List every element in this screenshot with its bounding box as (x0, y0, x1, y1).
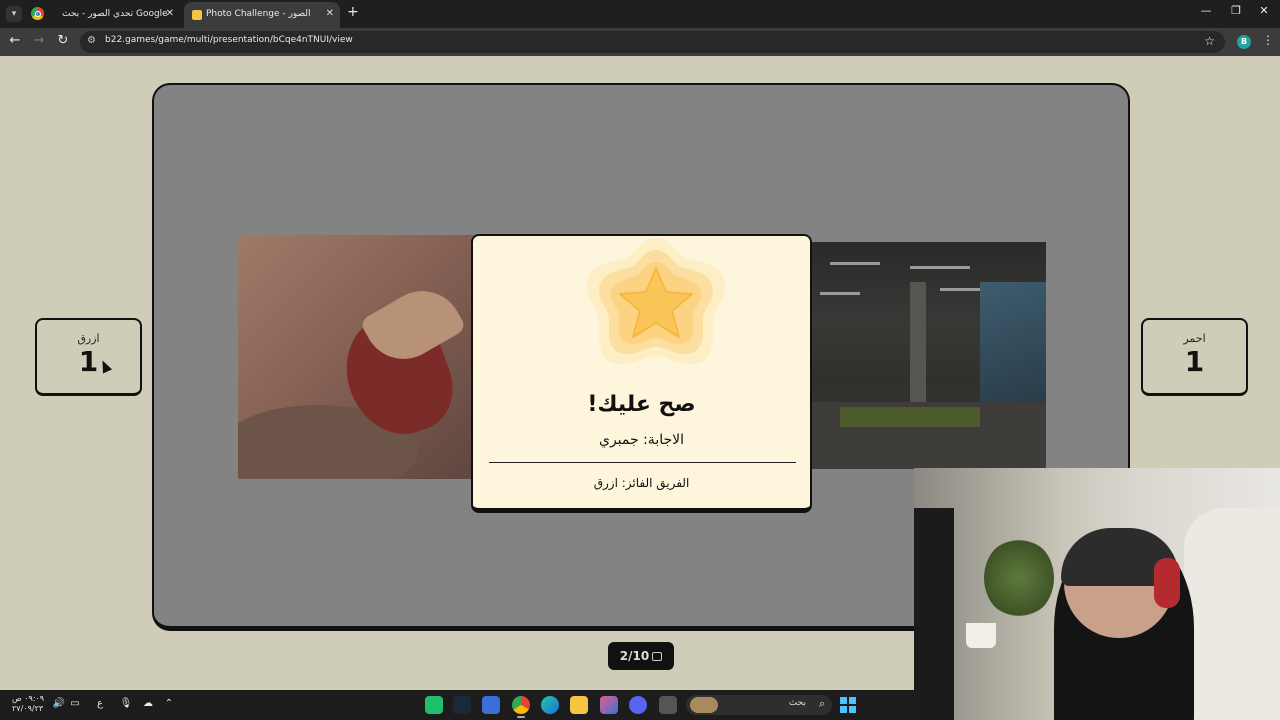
network-icon[interactable]: ▭ (68, 698, 82, 709)
taskbar-search[interactable]: بحث ⌕ (686, 695, 832, 715)
tab-close-icon[interactable]: ✕ (326, 2, 334, 26)
browser-toolbar: ← → ↻ ⚙ b22.games/game/multi/presentatio… (0, 28, 1280, 56)
tab-photo-challenge[interactable]: Photo Challenge - تحدي الصور ✕ (184, 2, 340, 28)
app-window-icon[interactable] (659, 696, 677, 714)
answer-text: الاجابة: جمبري (598, 432, 685, 448)
browser-menu-icon[interactable]: ⋮ (1262, 33, 1274, 47)
search-icon: ⌕ (818, 697, 825, 710)
tab-close-icon[interactable]: ✕ (166, 2, 174, 26)
discord-icon[interactable] (629, 696, 647, 714)
windows-taskbar: ٠٩:٠٩ ص ٢٧/٠٩/٢٣ 🔊 ▭ ع 🎙 ☁ ⌃ بحث ⌕ (0, 690, 914, 720)
clock-time: ٠٩:٠٩ ص (12, 694, 45, 703)
back-icon[interactable]: ← (6, 33, 24, 48)
winning-team-text: الفريق الفائز: ازرق (593, 476, 690, 490)
start-menu-icon[interactable] (840, 697, 856, 713)
chrome-icon[interactable] (512, 696, 530, 718)
counter-text: 2/10 (619, 649, 650, 663)
reload-icon[interactable]: ↻ (54, 33, 72, 48)
team-name: ازرق (77, 332, 100, 345)
edge-icon[interactable] (541, 696, 559, 714)
tab-search-button[interactable]: ▾ (6, 6, 22, 22)
card-divider (489, 462, 796, 463)
close-window-icon[interactable]: ✕ (1254, 4, 1274, 17)
restore-icon[interactable]: ❐ (1226, 4, 1246, 17)
file-explorer-icon[interactable] (570, 696, 588, 714)
star-badge-icon (587, 238, 725, 364)
team-score-blue: ازرق 1 (35, 318, 142, 396)
input-language[interactable]: ع (93, 698, 107, 709)
image-icon (652, 652, 663, 661)
tab-google-search[interactable]: تحدي الصور - بحث Google ✕ (52, 2, 180, 28)
minimize-icon[interactable]: — (1196, 4, 1216, 17)
result-card: صح عليك! الاجابة: جمبري الفريق الفائز: ا… (471, 234, 812, 513)
app-green-icon[interactable] (425, 696, 443, 714)
webcam-overlay (914, 468, 1280, 720)
cloud-icon[interactable]: ☁ (141, 698, 155, 709)
clock-date: ٢٧/٠٩/٢٣ (12, 704, 44, 713)
team-score: 1 (1184, 345, 1205, 378)
site-favicon-icon (192, 10, 202, 20)
search-label: بحث (788, 698, 806, 708)
app-suite-icon[interactable] (600, 696, 618, 714)
tray-overflow-icon[interactable]: ⌃ (162, 698, 176, 709)
result-title: صح عليك! (587, 392, 696, 417)
team-score: 1 (78, 345, 99, 378)
profile-avatar[interactable]: B (1237, 35, 1251, 49)
address-bar[interactable]: ⚙ b22.games/game/multi/presentation/bCqe… (80, 31, 1225, 53)
steam-icon[interactable] (453, 696, 471, 714)
bookmark-star-icon[interactable]: ☆ (1204, 34, 1215, 48)
url-text[interactable]: b22.games/game/multi/presentation/bCqe4n… (105, 35, 353, 45)
microsoft-store-icon[interactable] (482, 696, 500, 714)
search-highlight-icon (690, 697, 718, 713)
question-photo-right (810, 242, 1046, 469)
browser-tab-bar: ▾ تحدي الصور - بحث Google ✕ Photo Challe… (0, 0, 1280, 28)
new-tab-button[interactable]: + (347, 4, 359, 20)
team-score-red: احمر 1 (1141, 318, 1248, 396)
question-photo-left (238, 235, 478, 479)
tab-title: Photo Challenge - تحدي الصور (206, 9, 311, 19)
google-favicon-icon (31, 7, 44, 20)
team-name: احمر (1183, 332, 1206, 345)
clock[interactable]: ٠٩:٠٩ ص ٢٧/٠٩/٢٣ (12, 694, 44, 714)
site-info-icon[interactable]: ⚙ (87, 35, 96, 46)
question-counter: 2/10 (608, 642, 674, 670)
microphone-icon[interactable]: 🎙 (119, 698, 133, 709)
forward-icon[interactable]: → (30, 33, 48, 48)
volume-icon[interactable]: 🔊 (52, 698, 66, 709)
tab-title: تحدي الصور - بحث Google (62, 9, 167, 19)
